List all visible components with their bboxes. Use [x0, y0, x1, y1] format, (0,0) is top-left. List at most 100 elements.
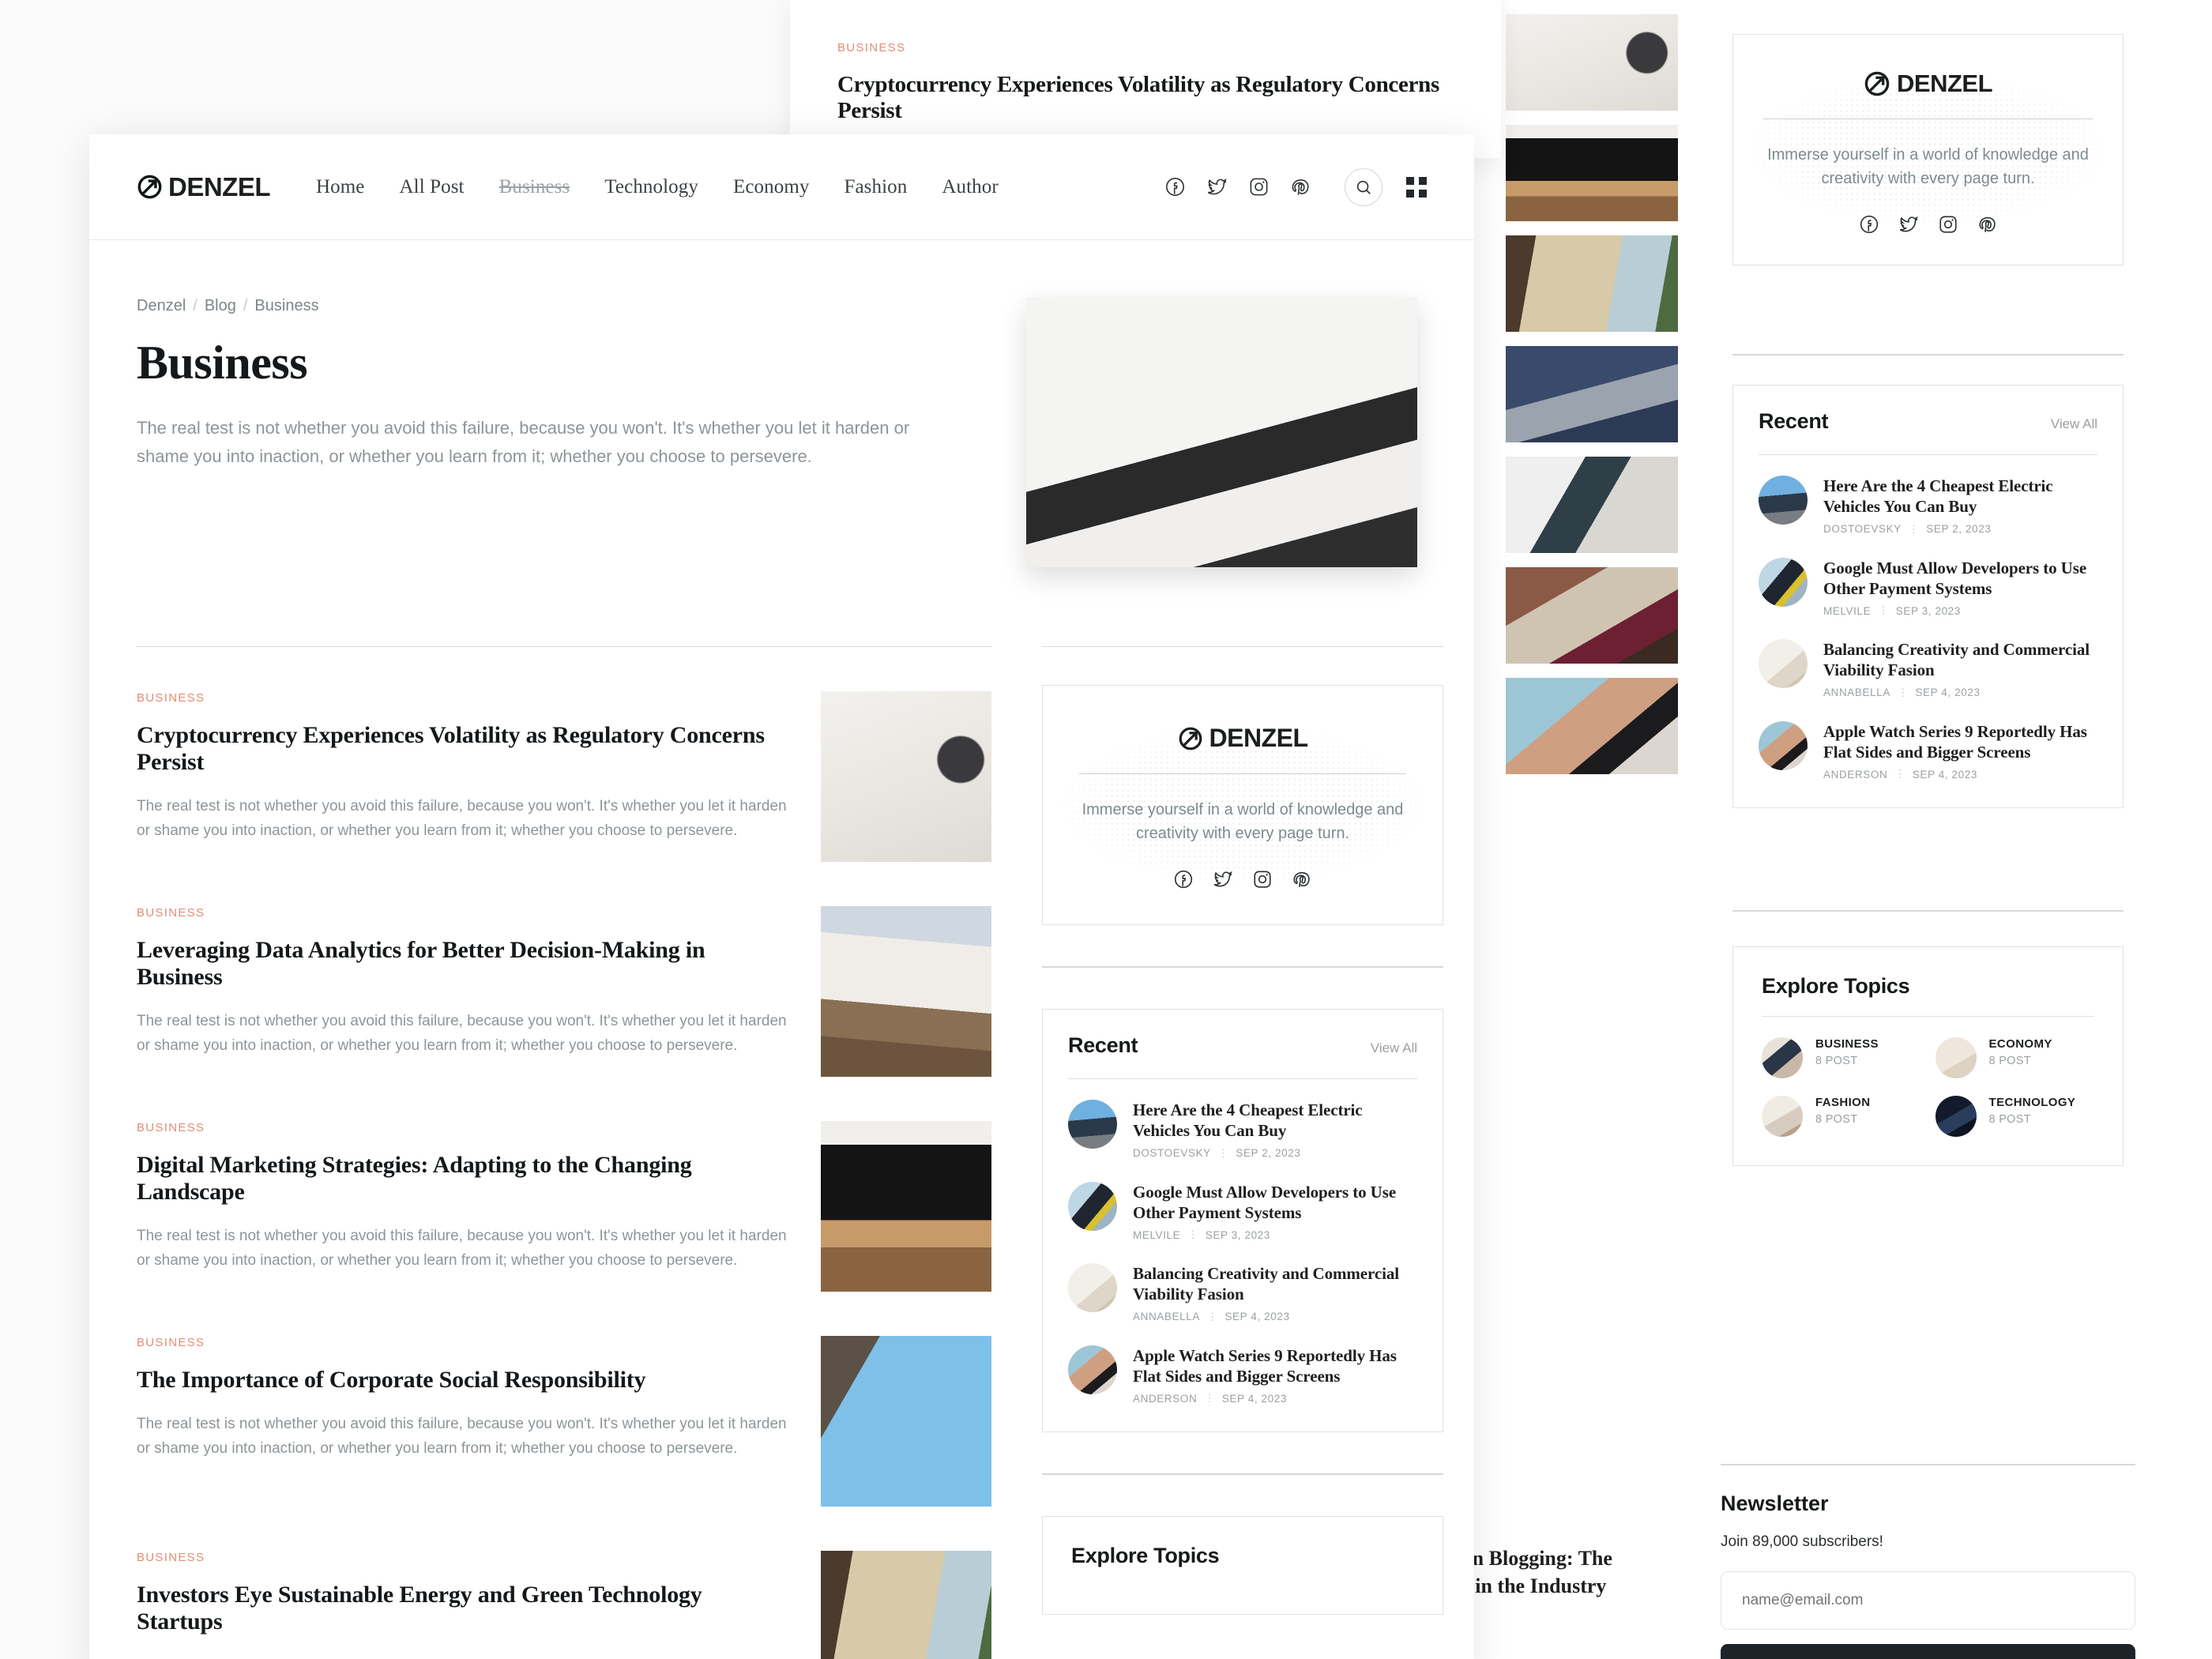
- nav-item-fashion[interactable]: Fashion: [844, 176, 907, 198]
- topic-count: 8 POST: [1988, 1113, 2031, 1127]
- recent-item-date: SEP 2, 2023: [1926, 523, 1992, 535]
- nav-item-technology[interactable]: Technology: [604, 176, 698, 198]
- post-title[interactable]: The Importance of Corporate Social Respo…: [137, 1367, 789, 1394]
- recent-item-date: SEP 3, 2023: [1205, 1228, 1270, 1241]
- grid-menu-icon[interactable]: [1406, 176, 1427, 198]
- denzel-logo-icon: [137, 175, 162, 199]
- pinterest-icon[interactable]: [1977, 214, 1998, 235]
- recent-thumbnail: [1759, 639, 1808, 688]
- brand-card: DENZEL Immerse yourself in a world of kn…: [1042, 685, 1443, 925]
- post-title[interactable]: Investors Eye Sustainable Energy and Gre…: [137, 1582, 789, 1635]
- facebook-icon[interactable]: [1859, 214, 1879, 235]
- post-excerpt: The real test is not whether you avoid t…: [137, 1013, 787, 1054]
- recent-title: Recent: [1068, 1033, 1138, 1057]
- recent-item-author: ANDERSON: [1823, 768, 1888, 781]
- instagram-icon[interactable]: [1252, 869, 1273, 890]
- recent-view-all[interactable]: View All: [1371, 1040, 1417, 1056]
- post-list-item[interactable]: BUSINESS Investors Eye Sustainable Energ…: [137, 1507, 991, 1659]
- thumbnail-item[interactable]: [1506, 567, 1678, 664]
- pinterest-icon[interactable]: [1290, 176, 1311, 198]
- post-category-tag[interactable]: BUSINESS: [137, 691, 789, 705]
- post-list-item[interactable]: BUSINESS Leveraging Data Analytics for B…: [137, 862, 991, 1077]
- nav-item-home[interactable]: Home: [316, 176, 365, 198]
- twitter-icon[interactable]: [1898, 214, 1919, 235]
- thumbnail-item[interactable]: [1506, 457, 1678, 553]
- divider: [1759, 454, 2097, 455]
- post-title[interactable]: Leveraging Data Analytics for Better Dec…: [137, 937, 789, 991]
- site-logo[interactable]: DENZEL: [137, 172, 271, 202]
- post-title[interactable]: Digital Marketing Strategies: Adapting t…: [137, 1152, 789, 1206]
- recent-list-item[interactable]: Apple Watch Series 9 Reportedly Has Flat…: [1759, 720, 2097, 781]
- recent-item-title[interactable]: Here Are the 4 Cheapest Electric Vehicle…: [1133, 1100, 1417, 1142]
- recent-list-item[interactable]: Balancing Creativity and Commercial Viab…: [1759, 639, 2097, 699]
- recent-item-title[interactable]: Apple Watch Series 9 Reportedly Has Flat…: [1133, 1345, 1417, 1387]
- post-category-tag[interactable]: BUSINESS: [137, 1551, 789, 1564]
- post-category-tag[interactable]: BUSINESS: [137, 906, 789, 920]
- recent-list-item[interactable]: Here Are the 4 Cheapest Electric Vehicle…: [1759, 476, 2097, 536]
- thumbnail-item[interactable]: [1506, 678, 1678, 774]
- breadcrumb-item-blog[interactable]: Blog: [205, 297, 236, 315]
- article-category-tag[interactable]: BUSINESS: [837, 41, 1454, 55]
- post-title[interactable]: Cryptocurrency Experiences Volatility as…: [137, 722, 789, 776]
- recent-item-date: SEP 4, 2023: [1912, 768, 1977, 781]
- brand-name: DENZEL: [1209, 724, 1309, 752]
- post-thumbnail: [821, 1121, 991, 1292]
- breadcrumb-item-denzel[interactable]: Denzel: [137, 297, 186, 315]
- post-category-tag[interactable]: BUSINESS: [137, 1121, 789, 1134]
- facebook-icon[interactable]: [1164, 176, 1186, 198]
- thumbnail-item[interactable]: [1506, 235, 1678, 332]
- meta-separator-icon: ⋮: [1204, 1392, 1215, 1404]
- meta-separator-icon: ⋮: [1217, 1146, 1229, 1159]
- post-list-item[interactable]: BUSINESS Cryptocurrency Experiences Vola…: [137, 647, 991, 862]
- topic-item[interactable]: TECHNOLOGY 8 POST: [1935, 1096, 2095, 1137]
- social-links: [1763, 214, 2093, 235]
- twitter-icon[interactable]: [1206, 176, 1228, 198]
- topic-item[interactable]: FASHION 8 POST: [1762, 1096, 1921, 1137]
- nav-item-author[interactable]: Author: [942, 176, 998, 198]
- post-list-item[interactable]: BUSINESS The Importance of Corporate Soc…: [137, 1292, 991, 1507]
- thumbnail-item[interactable]: [1506, 125, 1678, 221]
- search-button[interactable]: [1345, 167, 1382, 206]
- article-title[interactable]: Cryptocurrency Experiences Volatility as…: [837, 72, 1454, 124]
- newsletter-email-input[interactable]: [1721, 1571, 2135, 1630]
- topic-item[interactable]: BUSINESS 8 POST: [1762, 1037, 1921, 1078]
- post-thumbnail: [821, 1336, 991, 1507]
- post-thumbnail: [821, 691, 991, 862]
- breadcrumb-item-business[interactable]: Business: [254, 297, 318, 315]
- nav-item-economy[interactable]: Economy: [733, 176, 810, 198]
- recent-item-author: DOSTOEVSKY: [1823, 523, 1902, 535]
- recent-list-item[interactable]: Google Must Allow Developers to Use Othe…: [1759, 557, 2097, 618]
- main-page-window: DENZEL Home All Post Business Technology…: [89, 134, 1474, 1659]
- newsletter-subscribe-button[interactable]: [1721, 1644, 2135, 1659]
- topic-count: 8 POST: [1815, 1055, 1858, 1068]
- recent-view-all[interactable]: View All: [2051, 416, 2097, 432]
- brand-card-background: DENZEL Immerse yourself in a world of kn…: [1732, 34, 2124, 265]
- nav-item-all-post[interactable]: All Post: [400, 176, 465, 198]
- recent-thumbnail: [1759, 720, 1808, 770]
- explore-topics-widget-background: Explore Topics BUSINESS 8 POST ECONOMY 8…: [1732, 946, 2124, 1166]
- recent-list-item[interactable]: Here Are the 4 Cheapest Electric Vehicle…: [1068, 1100, 1417, 1160]
- thumbnail-item[interactable]: [1506, 346, 1678, 442]
- post-category-tag[interactable]: BUSINESS: [137, 1336, 789, 1349]
- divider: [1763, 118, 2093, 119]
- thumbnail-item[interactable]: [1506, 14, 1678, 111]
- recent-item-title[interactable]: Balancing Creativity and Commercial Viab…: [1133, 1263, 1417, 1305]
- post-thumbnail: [821, 906, 991, 1077]
- nav-item-business[interactable]: Business: [499, 176, 570, 198]
- topic-item[interactable]: ECONOMY 8 POST: [1935, 1037, 2095, 1078]
- post-list-item[interactable]: BUSINESS Digital Marketing Strategies: A…: [137, 1077, 991, 1292]
- topic-thumbnail: [1762, 1096, 1803, 1137]
- recent-list-item[interactable]: Balancing Creativity and Commercial Viab…: [1068, 1263, 1417, 1323]
- recent-item-title[interactable]: Google Must Allow Developers to Use Othe…: [1133, 1182, 1417, 1224]
- brand-logo[interactable]: DENZEL: [1079, 724, 1406, 753]
- twitter-icon[interactable]: [1213, 869, 1233, 890]
- recent-list-item[interactable]: Google Must Allow Developers to Use Othe…: [1068, 1181, 1417, 1242]
- facebook-icon[interactable]: [1173, 869, 1194, 890]
- recent-list-item[interactable]: Apple Watch Series 9 Reportedly Has Flat…: [1068, 1345, 1417, 1405]
- recent-item-date: SEP 4, 2023: [1221, 1392, 1287, 1405]
- topic-thumbnail: [1935, 1096, 1977, 1137]
- instagram-icon[interactable]: [1938, 214, 1958, 235]
- brand-logo[interactable]: DENZEL: [1763, 70, 2093, 98]
- pinterest-icon[interactable]: [1292, 869, 1312, 890]
- instagram-icon[interactable]: [1248, 176, 1270, 198]
